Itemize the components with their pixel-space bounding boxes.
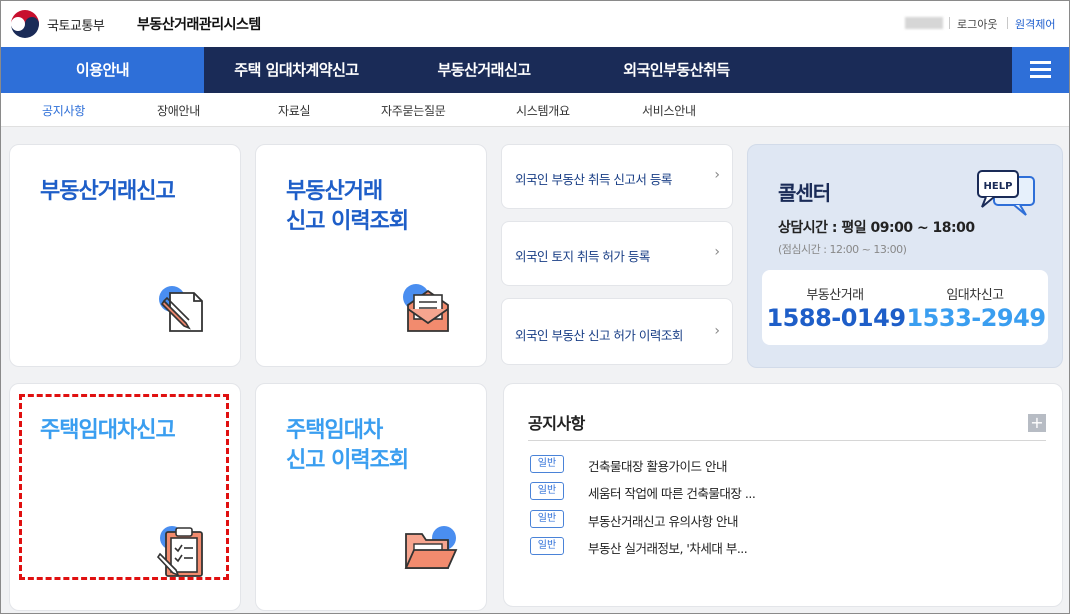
link-label: 외국인 부동산 취득 신고서 등록	[515, 172, 672, 187]
card-title-line-2: 신고 이력조회	[286, 209, 409, 234]
card-title: 부동산거래신고	[40, 179, 176, 204]
highlight-box	[19, 394, 229, 580]
more-plus-icon[interactable]: +	[1028, 414, 1046, 432]
nav-item-foreign-acquisition[interactable]: 외국인부동산취득	[579, 47, 774, 93]
sub-item-system-overview[interactable]: 시스템개요	[516, 102, 570, 119]
phone-number-real-estate: 1588-0149	[766, 304, 906, 332]
sub-item-service-guide[interactable]: 서비스안내	[642, 102, 696, 119]
envelope-letter-icon	[403, 284, 449, 332]
call-center-title: 콜센터	[778, 181, 831, 205]
chevron-right-icon: ›	[714, 323, 720, 339]
system-name[interactable]: 부동산거래관리시스템	[137, 14, 261, 34]
help-badge-text: HELP	[984, 181, 1013, 192]
foreign-acquisition-register-link[interactable]: 외국인 부동산 취득 신고서 등록 ›	[501, 144, 733, 209]
call-center-hours: 상담시간 : 평일 09:00 ~ 18:00	[778, 220, 975, 236]
notice-title: 공지사항	[528, 414, 585, 433]
help-speech-bubble-icon: HELP	[977, 170, 1035, 216]
open-folder-icon	[404, 526, 458, 569]
government-logo-icon[interactable]	[9, 8, 41, 40]
notice-item[interactable]: 일반 부동산 실거래정보, '차세대 부...	[530, 537, 1030, 557]
real-estate-history-card[interactable]: 부동산거래 신고 이력조회	[255, 144, 487, 367]
ministry-name[interactable]: 국토교통부	[47, 15, 105, 34]
divider	[949, 17, 950, 29]
notice-text: 건축물대장 활용가이드 안내	[588, 459, 727, 474]
notice-badge: 일반	[530, 537, 564, 555]
nav-item-housing-lease[interactable]: 주택 임대차계약신고	[204, 47, 389, 93]
sub-item-faq[interactable]: 자주묻는질문	[381, 102, 446, 119]
remote-control-link[interactable]: 원격제어	[1015, 16, 1055, 32]
notice-badge: 일반	[530, 482, 564, 500]
call-center-panel: 콜센터 HELP 상담시간 : 평일 09:00 ~ 18:00 (점심시간 :…	[747, 144, 1063, 368]
nav-item-real-estate-report[interactable]: 부동산거래신고	[389, 47, 579, 93]
username-redacted	[905, 17, 943, 29]
real-estate-report-card[interactable]: 부동산거래신고	[9, 144, 241, 367]
notice-panel: 공지사항 + 일반 건축물대장 활용가이드 안내 일반 세움터 작업에 따른 건…	[503, 383, 1063, 607]
foreign-land-permit-link[interactable]: 외국인 토지 취득 허가 등록 ›	[501, 221, 733, 286]
notice-text: 부동산 실거래정보, '차세대 부...	[588, 541, 748, 556]
sub-item-archive[interactable]: 자료실	[278, 102, 311, 119]
top-header: 국토교통부 부동산거래관리시스템 로그아웃 원격제어	[1, 1, 1069, 47]
notice-text: 세움터 작업에 따른 건축물대장 ...	[588, 486, 756, 501]
chevron-right-icon: ›	[714, 244, 720, 260]
link-label: 외국인 토지 취득 허가 등록	[515, 249, 650, 264]
phone-number-lease: 1533-2949	[906, 304, 1046, 332]
link-label: 외국인 부동산 신고 허가 이력조회	[515, 328, 683, 343]
logout-link[interactable]: 로그아웃	[957, 16, 997, 32]
notice-badge: 일반	[530, 455, 564, 473]
document-pen-icon	[159, 286, 203, 332]
nav-item-guide[interactable]: 이용안내	[1, 47, 204, 93]
notice-text: 부동산거래신고 유의사항 안내	[588, 514, 738, 529]
divider	[1007, 17, 1008, 29]
hamburger-menu-icon[interactable]	[1012, 47, 1069, 93]
sub-item-outages[interactable]: 장애안내	[157, 102, 200, 119]
chevron-right-icon: ›	[714, 167, 720, 183]
notice-badge: 일반	[530, 510, 564, 528]
notice-item[interactable]: 일반 세움터 작업에 따른 건축물대장 ...	[530, 482, 1030, 502]
call-center-lunch: (점심시간 : 12:00 ~ 13:00)	[778, 243, 907, 256]
phone-label-real-estate: 부동산거래	[806, 288, 864, 303]
foreign-history-link[interactable]: 외국인 부동산 신고 허가 이력조회 ›	[501, 298, 733, 365]
sub-navigation: 공지사항 장애안내 자료실 자주묻는질문 시스템개요 서비스안내	[1, 93, 1069, 127]
notice-item[interactable]: 일반 부동산거래신고 유의사항 안내	[530, 510, 1030, 530]
notice-item[interactable]: 일반 건축물대장 활용가이드 안내	[530, 455, 1030, 475]
phone-label-lease: 임대차신고	[946, 288, 1004, 303]
card-title-line-1: 주택임대차	[286, 418, 383, 443]
main-navigation: 이용안내 주택 임대차계약신고 부동산거래신고 외국인부동산취득	[1, 47, 1069, 93]
call-center-numbers: 부동산거래 1588-0149 임대차신고 1533-2949	[762, 270, 1048, 345]
card-title-line-2: 신고 이력조회	[286, 448, 409, 473]
card-title-line-1: 부동산거래	[286, 179, 383, 204]
sub-item-notices[interactable]: 공지사항	[42, 102, 85, 119]
housing-lease-history-card[interactable]: 주택임대차 신고 이력조회	[255, 383, 487, 611]
divider	[528, 440, 1046, 441]
